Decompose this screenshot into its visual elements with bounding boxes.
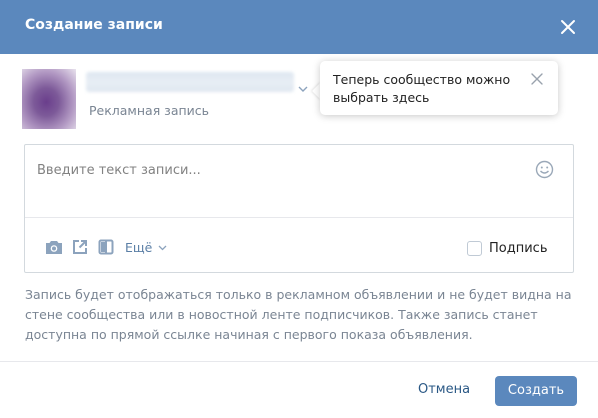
camera-icon[interactable]	[45, 239, 63, 255]
dialog-title: Создание записи	[25, 17, 163, 33]
book-icon[interactable]	[98, 239, 114, 255]
share-icon[interactable]	[72, 239, 88, 255]
post-text-input[interactable]: Введите текст записи...	[37, 163, 201, 178]
chevron-down-icon[interactable]	[158, 244, 167, 251]
author-avatar[interactable]	[22, 69, 76, 129]
chevron-down-icon[interactable]	[297, 84, 309, 94]
tooltip-text: Теперь сообщество можно выбрать здесь	[333, 72, 511, 105]
tooltip: Теперь сообщество можно выбрать здесь	[320, 61, 558, 115]
close-icon[interactable]	[557, 16, 579, 38]
cancel-button[interactable]: Отмена	[418, 382, 470, 397]
author-name-blurred[interactable]	[86, 72, 294, 92]
more-attachments-button[interactable]: Ещё	[125, 240, 152, 255]
info-text: Запись будет отображаться только в рекла…	[25, 287, 572, 342]
signature-checkbox[interactable]	[467, 241, 482, 256]
post-composer[interactable]: Введите текст записи... Ещё Подпись	[24, 144, 574, 273]
smile-icon[interactable]	[535, 160, 554, 179]
create-button[interactable]: Создать	[495, 376, 577, 406]
close-icon[interactable]	[530, 72, 544, 86]
composer-divider	[25, 217, 573, 218]
dialog-header: Создание записи	[0, 0, 598, 54]
author-sub-label: Рекламная запись	[89, 103, 210, 118]
signature-label[interactable]: Подпись	[489, 241, 547, 256]
dialog-footer: Отмена Создать	[0, 362, 598, 418]
